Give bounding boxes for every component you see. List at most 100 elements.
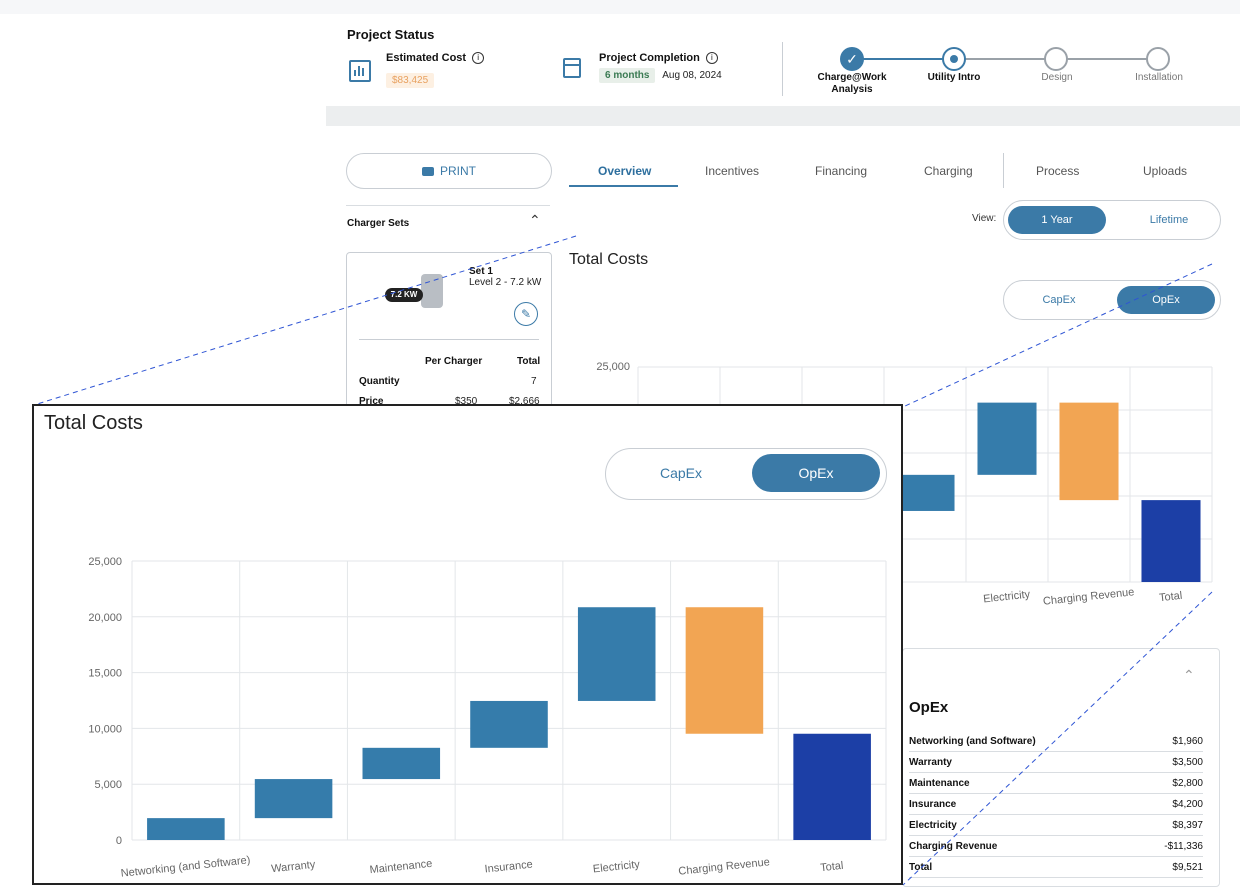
step-label-utility: Utility Intro bbox=[927, 72, 981, 83]
y-tick-label: 25,000 bbox=[88, 556, 122, 568]
calendar-icon bbox=[563, 58, 581, 78]
x-category-label: Electricity bbox=[983, 589, 1032, 606]
opex-row-value: $3,500 bbox=[1134, 751, 1203, 773]
waterfall-bar[interactable] bbox=[1141, 500, 1201, 582]
waterfall-bar[interactable] bbox=[685, 607, 764, 734]
opex-table-row: Maintenance $2,800 bbox=[909, 772, 1203, 794]
y-tick-label: 20,000 bbox=[88, 612, 122, 624]
opex-row-label: Total bbox=[909, 856, 1135, 878]
row-label: Quantity bbox=[359, 376, 400, 387]
opex-row-label: Networking (and Software) bbox=[909, 731, 1135, 752]
x-category-label: Charging Revenue bbox=[678, 856, 770, 878]
divider-strip bbox=[326, 106, 1240, 126]
step-todo-icon[interactable] bbox=[1146, 47, 1170, 71]
step-label-analysis: Charge@Work Analysis bbox=[817, 72, 887, 95]
opex-option[interactable]: OpEx bbox=[752, 454, 880, 492]
step-current-icon[interactable] bbox=[942, 47, 966, 71]
opex-row-label: Warranty bbox=[909, 751, 1135, 773]
col-header-total: Total bbox=[517, 356, 541, 367]
tab-process[interactable]: Process bbox=[1036, 164, 1079, 178]
estimated-cost-value: $83,425 bbox=[386, 73, 435, 88]
step-todo-icon[interactable] bbox=[1044, 47, 1068, 71]
tab-charging[interactable]: Charging bbox=[924, 164, 973, 178]
opex-title: OpEx bbox=[909, 699, 949, 716]
tab-uploads[interactable]: Uploads bbox=[1143, 164, 1187, 178]
opex-row-value: $9,521 bbox=[1134, 856, 1203, 878]
opex-card: ⌃ OpEx Networking (and Software) $1,960 Wa… bbox=[902, 648, 1220, 887]
x-category-label: Maintenance bbox=[369, 858, 433, 877]
view-label: View: bbox=[972, 213, 997, 224]
tab-incentives[interactable]: Incentives bbox=[705, 164, 759, 178]
x-category-label: Insurance bbox=[484, 859, 533, 876]
y-tick-label: 5,000 bbox=[94, 779, 122, 791]
waterfall-bar[interactable] bbox=[793, 733, 871, 840]
step-done-check-icon[interactable]: ✓ bbox=[840, 47, 864, 71]
waterfall-bar[interactable] bbox=[895, 474, 955, 511]
x-category-label: Total bbox=[820, 860, 844, 874]
y-tick-label: 25,000 bbox=[596, 361, 630, 373]
edit-pencil-icon[interactable]: ✎ bbox=[514, 302, 538, 326]
costtype-toggle: CapEx OpEx bbox=[605, 448, 887, 500]
status-title: Project Status bbox=[347, 27, 435, 42]
y-tick-label: 15,000 bbox=[88, 668, 122, 680]
printer-icon bbox=[422, 167, 434, 177]
divider bbox=[782, 42, 783, 96]
waterfall-chart: 0 5,000 10,000 15,000 20,000 25,000 Networking… bbox=[88, 556, 887, 880]
opex-table-row: Warranty $3,500 bbox=[909, 751, 1203, 773]
waterfall-bar[interactable] bbox=[1059, 402, 1119, 501]
opex-table-row: Charging Revenue -$11,336 bbox=[909, 835, 1203, 857]
x-category-label: Charging Revenue bbox=[1042, 586, 1134, 608]
divider bbox=[346, 205, 550, 206]
x-category-label: Total bbox=[1158, 590, 1182, 604]
info-icon[interactable]: i bbox=[472, 52, 485, 65]
tab-financing[interactable]: Financing bbox=[815, 164, 867, 178]
charger-icon bbox=[421, 274, 443, 308]
capex-option[interactable]: CapEx bbox=[616, 454, 746, 492]
chevron-up-icon[interactable]: ⌃ bbox=[1183, 667, 1195, 684]
opex-row-value: $1,960 bbox=[1134, 731, 1203, 752]
print-button[interactable]: PRINT bbox=[346, 153, 552, 189]
opex-row-label: Maintenance bbox=[909, 772, 1135, 794]
set-subtitle: Level 2 - 7.2 kW bbox=[469, 277, 542, 288]
opex-row-label: Insurance bbox=[909, 793, 1135, 815]
section-title: Total Costs bbox=[569, 251, 649, 268]
opex-option[interactable]: OpEx bbox=[1117, 286, 1215, 314]
waterfall-bar[interactable] bbox=[577, 607, 656, 701]
completion-label: Project Completion i bbox=[599, 52, 718, 65]
charger-sets-label: Charger Sets bbox=[347, 218, 410, 229]
view-option-1year[interactable]: 1 Year bbox=[1008, 206, 1106, 234]
tab-overview[interactable]: Overview bbox=[598, 164, 651, 178]
opex-table-row: Networking (and Software) $1,960 bbox=[909, 731, 1203, 752]
charger-set-card: 7.2 KW Set 1 Level 2 - 7.2 kW ✎ Per Char… bbox=[346, 252, 552, 414]
completion-date: Aug 08, 2024 bbox=[662, 70, 722, 81]
opex-row-value: $8,397 bbox=[1134, 814, 1203, 836]
opex-row-label: Charging Revenue bbox=[909, 835, 1135, 857]
project-status-bar: Project Status Estimated Cost i $83,425 P… bbox=[326, 14, 1240, 108]
x-category-label: Warranty bbox=[271, 859, 317, 876]
y-tick-label: 10,000 bbox=[88, 723, 122, 735]
waterfall-bar[interactable] bbox=[977, 402, 1037, 475]
waterfall-bar[interactable] bbox=[254, 779, 333, 819]
estimated-cost-label: Estimated Cost i bbox=[386, 52, 485, 65]
opex-table: Networking (and Software) $1,960 Warranty $… bbox=[909, 731, 1203, 878]
set-title: Set 1 bbox=[469, 266, 493, 277]
capex-option[interactable]: CapEx bbox=[1010, 286, 1108, 314]
info-icon[interactable]: i bbox=[705, 52, 718, 65]
x-category-label: Electricity bbox=[592, 859, 641, 876]
view-option-lifetime[interactable]: Lifetime bbox=[1120, 206, 1218, 234]
step-label-installation: Installation bbox=[1135, 72, 1183, 83]
opex-row-value: $2,800 bbox=[1134, 772, 1203, 794]
tab-underline bbox=[569, 185, 678, 187]
opex-table-row: Total $9,521 bbox=[909, 856, 1203, 878]
opex-row-label: Electricity bbox=[909, 814, 1135, 836]
divider bbox=[1003, 153, 1004, 188]
col-header-per-charger: Per Charger bbox=[425, 356, 483, 367]
chart-icon bbox=[349, 60, 371, 82]
waterfall-bar[interactable] bbox=[362, 747, 441, 780]
opex-table-row: Insurance $4,200 bbox=[909, 793, 1203, 815]
waterfall-bar[interactable] bbox=[147, 818, 225, 840]
x-category-label: Networking (and Software) bbox=[120, 854, 251, 880]
waterfall-bar[interactable] bbox=[470, 700, 548, 748]
kw-badge: 7.2 KW bbox=[385, 288, 423, 302]
chevron-up-icon[interactable]: ⌃ bbox=[529, 212, 541, 229]
